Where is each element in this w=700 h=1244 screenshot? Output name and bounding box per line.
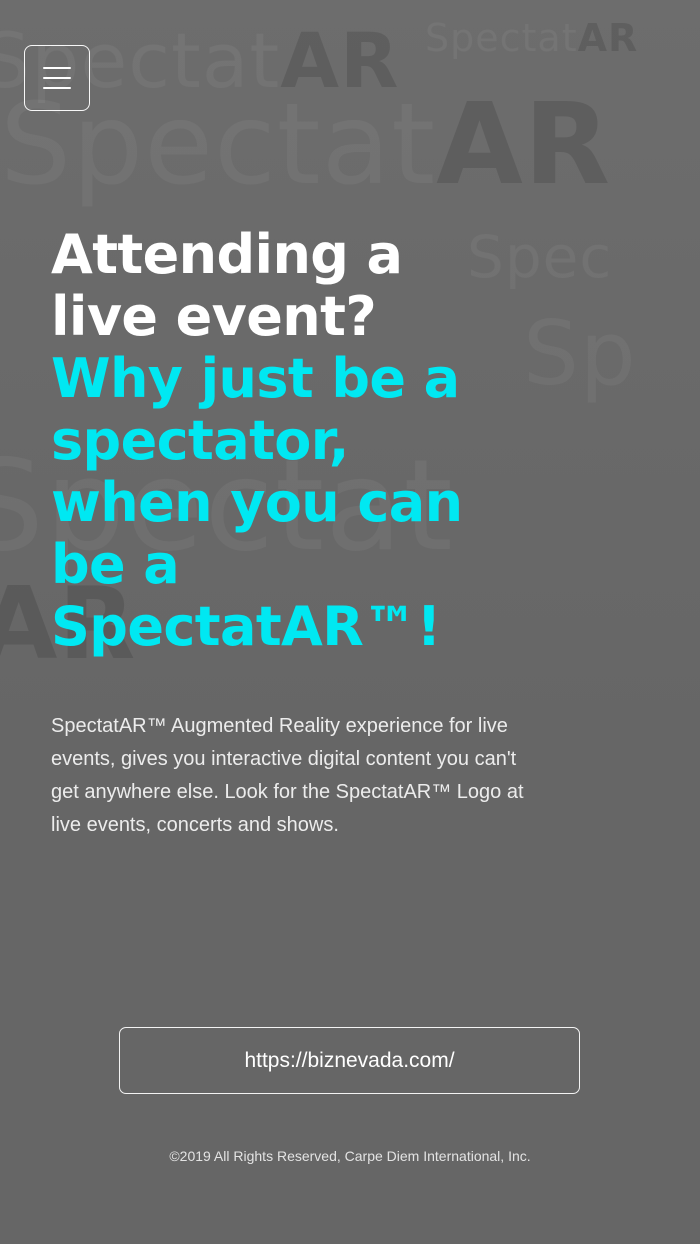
hero-headline-line-7: SpectatAR™! (51, 595, 441, 658)
page: SpectatAR SpectatAR SpectatAR Spec Sp Sp… (0, 0, 700, 1244)
footer-copyright: ©2019 All Rights Reserved, Carpe Diem In… (169, 1148, 531, 1164)
hero-headline-line-1: Attending a (51, 223, 403, 286)
hero-description: SpectatAR™ Augmented Reality experience … (51, 715, 524, 836)
hamburger-icon (43, 67, 71, 89)
hero-headline-line-3: Why just be a (51, 347, 460, 410)
hero-headline-line-2: live event? (51, 285, 377, 348)
hero-headline: Attending a live event? Why just be a sp… (51, 224, 571, 658)
hero-headline-line-4: spectator, (51, 409, 349, 472)
hero-headline-line-6: be a (51, 533, 180, 596)
hero-headline-line-5: when you can (51, 471, 463, 534)
hero-section: Attending a live event? Why just be a sp… (51, 224, 571, 658)
background-logo-watermark: SpectatAR (425, 16, 639, 60)
background-logo-watermark: SpectatAR (0, 80, 612, 210)
website-link-button[interactable]: https://biznevada.com/ (119, 1027, 580, 1094)
menu-button[interactable] (24, 45, 90, 111)
